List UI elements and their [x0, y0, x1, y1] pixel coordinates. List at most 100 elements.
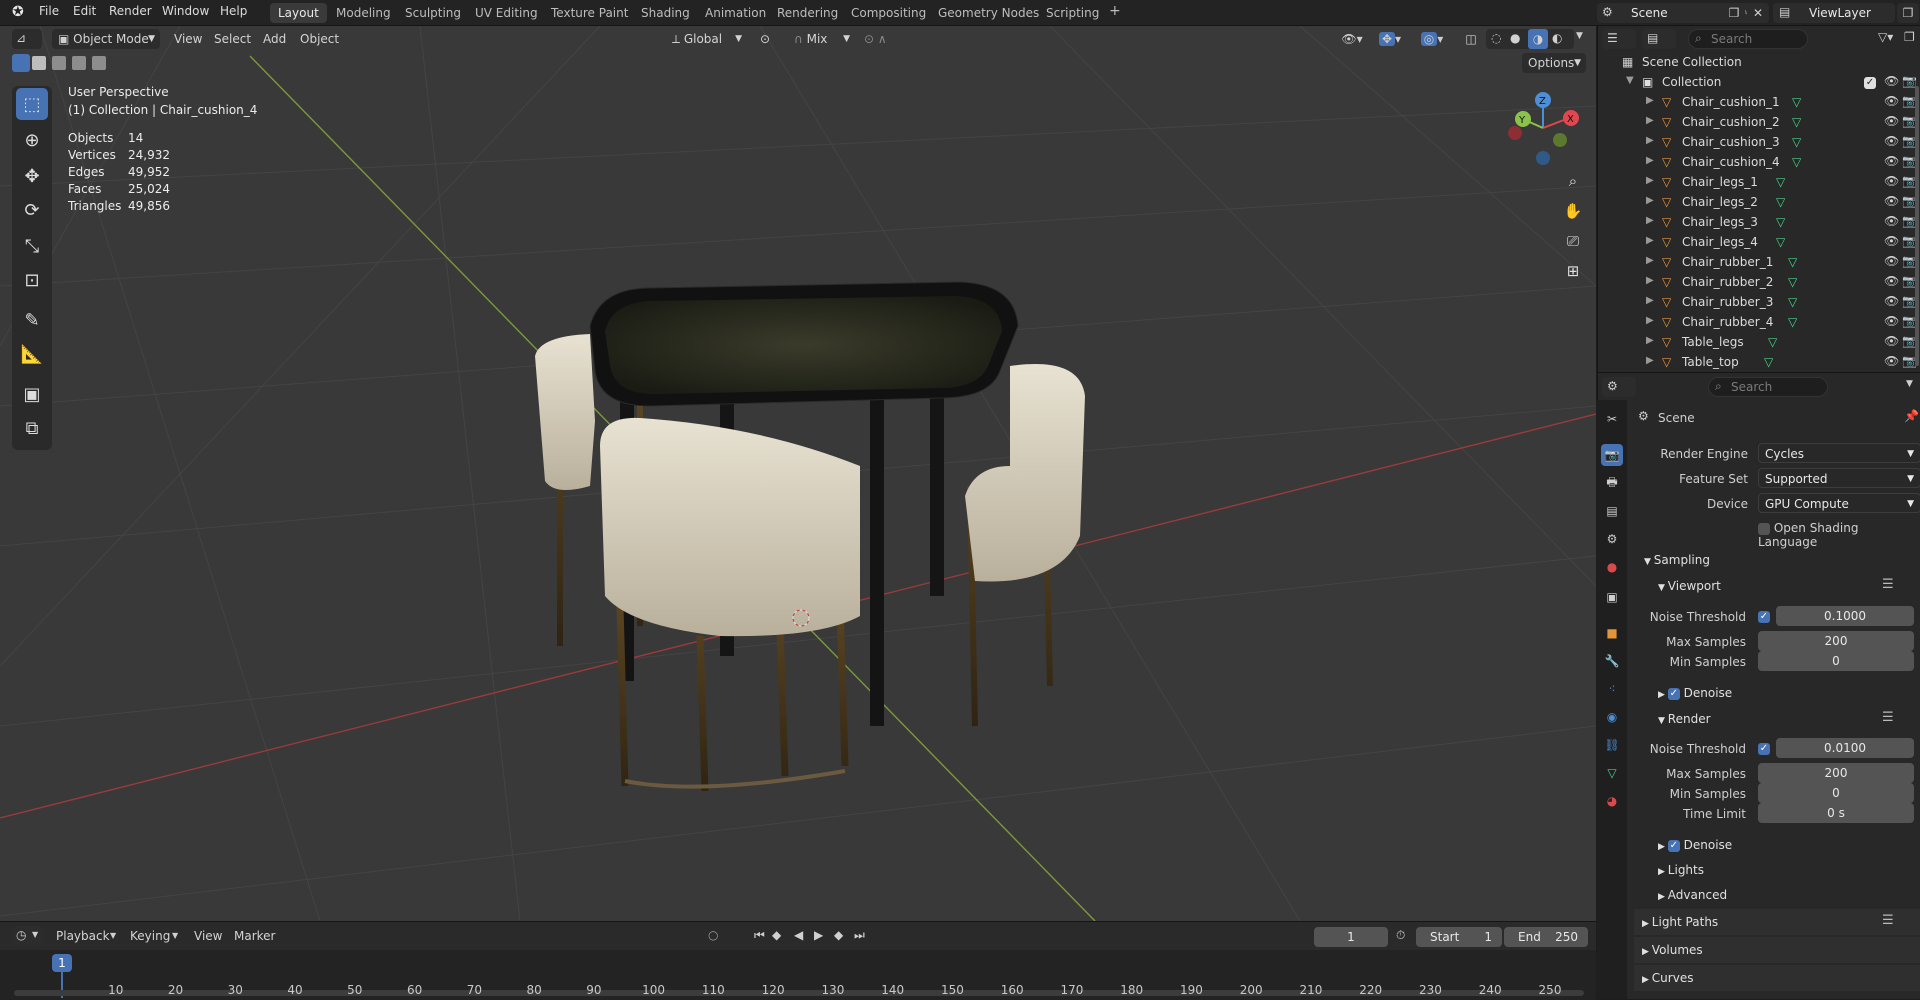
select-difference-icon[interactable]: [72, 56, 86, 70]
xray-toggle-icon[interactable]: ◫: [1460, 29, 1482, 49]
filter-icon[interactable]: ▽▾: [1878, 30, 1893, 44]
scene-tab-icon[interactable]: ⚙: [1601, 528, 1623, 550]
chevron-right-icon[interactable]: ▶: [1646, 295, 1654, 306]
mesh-data-icon[interactable]: ▽: [1776, 195, 1785, 209]
start-frame-field[interactable]: Start 1: [1416, 927, 1502, 947]
annotate-icon[interactable]: ✎: [16, 304, 48, 336]
pivot-point-dropdown[interactable]: ⊙: [754, 29, 788, 49]
tab-sculpting[interactable]: Sculpting: [397, 3, 469, 23]
tab-rendering[interactable]: Rendering: [769, 3, 846, 23]
timeline-scrollbar[interactable]: [14, 990, 1584, 996]
render-min-samples-field[interactable]: 0: [1758, 783, 1914, 803]
move-icon[interactable]: ✥: [16, 160, 48, 192]
view-layer-selector[interactable]: ▤ ViewLayer: [1773, 3, 1895, 23]
cursor-icon[interactable]: ⊕: [16, 124, 48, 156]
timeline-editor-type[interactable]: ◷ ▼: [12, 926, 44, 946]
next-keyframe-icon[interactable]: ◆: [834, 928, 843, 942]
chevron-right-icon[interactable]: ▶: [1646, 355, 1654, 366]
mesh-data-icon[interactable]: ▽: [1788, 255, 1797, 269]
menu-help[interactable]: Help: [220, 4, 247, 18]
tab-compositing[interactable]: Compositing: [843, 3, 934, 23]
eye-icon[interactable]: 👁: [1884, 234, 1899, 248]
data-tab-icon[interactable]: ▽: [1601, 762, 1623, 784]
modifier-tab-icon[interactable]: 🔧: [1601, 650, 1623, 672]
display-mode-dropdown[interactable]: ▤: [1642, 29, 1676, 49]
jump-end-icon[interactable]: ⏭: [854, 928, 865, 943]
extrude-icon[interactable]: ⧉: [16, 412, 48, 444]
snap-dropdown[interactable]: ∩ Mix ▼: [788, 29, 854, 49]
eye-icon[interactable]: 👁: [1884, 294, 1899, 308]
gizmo-toggle-icon[interactable]: ✥ ▾: [1372, 29, 1408, 49]
viewport-menu-add[interactable]: Add: [257, 29, 292, 49]
jump-start-icon[interactable]: ⏮: [754, 928, 765, 943]
eye-icon[interactable]: 👁: [1884, 254, 1899, 268]
mesh-data-icon[interactable]: ▽: [1792, 155, 1801, 169]
chevron-right-icon[interactable]: ▶: [1646, 155, 1654, 166]
mesh-data-icon[interactable]: ▽: [1788, 275, 1797, 289]
render-engine-dropdown[interactable]: Cycles ▼: [1758, 443, 1920, 463]
properties-editor[interactable]: ⚙ ⌕ Search ▼ ⚙ Scene 📌 Render Engine Cyc…: [1597, 372, 1920, 999]
presets-list-icon[interactable]: ☰: [1882, 710, 1894, 725]
render-denoise-header[interactable]: ▶ ✓ Denoise: [1658, 838, 1732, 852]
world-tab-icon[interactable]: ●: [1601, 556, 1623, 578]
add-cube-icon[interactable]: ▣: [16, 378, 48, 410]
lights-subpanel-header[interactable]: ▶ Lights: [1658, 863, 1704, 877]
chevron-right-icon[interactable]: ▶: [1646, 195, 1654, 206]
navigation-gizmo[interactable]: Z X Y: [1503, 88, 1583, 168]
solid-shading-icon[interactable]: ●: [1510, 31, 1520, 45]
collection-include-checkbox[interactable]: ✓: [1864, 75, 1876, 89]
outliner-item[interactable]: ▶ ▽ Chair_rubber_4 ▽ 👁 📷: [1598, 312, 1920, 332]
zoom-icon[interactable]: ⌕: [1560, 168, 1586, 194]
mesh-data-icon[interactable]: ▽: [1788, 295, 1797, 309]
viewport-denoise-header[interactable]: ▶ ✓ Denoise: [1658, 686, 1732, 700]
timeline-menu-marker[interactable]: Marker: [228, 926, 281, 946]
timeline-menu-playback[interactable]: Playback: [50, 926, 116, 946]
tab-modeling[interactable]: Modeling: [328, 3, 399, 23]
volumes-panel[interactable]: ▶ Volumes: [1634, 937, 1920, 963]
select-intersect-icon[interactable]: [92, 56, 106, 70]
options-dropdown[interactable]: Options ▼: [1522, 53, 1586, 73]
chevron-down-icon[interactable]: ▼: [1906, 379, 1913, 389]
outliner-item[interactable]: ▶ ▽ Chair_rubber_3 ▽ 👁 📷: [1598, 292, 1920, 312]
eye-icon[interactable]: 👁: [1884, 274, 1899, 288]
mesh-data-icon[interactable]: ▽: [1792, 95, 1801, 109]
view-layer-tab-icon[interactable]: ▤: [1601, 500, 1623, 522]
chevron-right-icon[interactable]: ▶: [1646, 115, 1654, 126]
viewport-min-samples-field[interactable]: 0: [1758, 651, 1914, 671]
chevron-right-icon[interactable]: ▶: [1646, 255, 1654, 266]
chevron-right-icon[interactable]: ▶: [1646, 95, 1654, 106]
tab-uv-editing[interactable]: UV Editing: [467, 3, 546, 23]
render-noise-checkbox[interactable]: ✓: [1758, 741, 1770, 755]
menu-render[interactable]: Render: [109, 4, 152, 18]
outliner[interactable]: ☰ ▤ ⌕ Search ▽▾ ❐ ▦ Scene Collection ▼ ▣…: [1597, 26, 1920, 372]
eye-icon[interactable]: 👁: [1884, 134, 1899, 148]
chevron-right-icon[interactable]: ▶: [1646, 175, 1654, 186]
select-new-icon[interactable]: [12, 54, 30, 72]
prev-keyframe-icon[interactable]: ◆: [772, 928, 781, 942]
tab-geometry-nodes[interactable]: Geometry Nodes: [930, 3, 1047, 23]
auto-keying-icon[interactable]: ○: [708, 928, 718, 942]
scale-icon[interactable]: ⤡: [16, 230, 48, 262]
mesh-data-icon[interactable]: ▽: [1788, 315, 1797, 329]
collection-row[interactable]: ▼ ▣ Collection ✓ 👁 📷: [1598, 72, 1920, 92]
properties-search-input[interactable]: ⌕ Search: [1708, 377, 1828, 397]
eye-icon[interactable]: 👁: [1884, 154, 1899, 168]
timeline-menu-view[interactable]: View: [188, 926, 228, 946]
mesh-data-icon[interactable]: ▽: [1792, 115, 1801, 129]
outliner-item[interactable]: ▶ ▽ Chair_cushion_2 ▽ 👁 📷: [1598, 112, 1920, 132]
render-tab-icon[interactable]: 📷: [1601, 444, 1623, 466]
wireframe-shading-icon[interactable]: ◌: [1491, 31, 1501, 45]
outliner-item[interactable]: ▶ ▽ Chair_rubber_1 ▽ 👁 📷: [1598, 252, 1920, 272]
tab-animation[interactable]: Animation: [697, 3, 774, 23]
outliner-item[interactable]: ▶ ▽ Chair_legs_4 ▽ 👁 📷: [1598, 232, 1920, 252]
timeline-menu-keying[interactable]: Keying: [124, 926, 176, 946]
viewport-menu-view[interactable]: View: [168, 29, 208, 49]
render-subpanel-header[interactable]: ▼ Render: [1658, 712, 1711, 726]
outliner-item[interactable]: ▶ ▽ Chair_cushion_4 ▽ 👁 📷: [1598, 152, 1920, 172]
feature-set-dropdown[interactable]: Supported ▼: [1758, 468, 1920, 488]
eye-icon[interactable]: 👁: [1884, 74, 1899, 88]
volumes-header[interactable]: ▶ Volumes: [1642, 943, 1703, 957]
physics-tab-icon[interactable]: ◉: [1601, 706, 1623, 728]
viewport-subpanel-header[interactable]: ▼ Viewport: [1658, 579, 1721, 593]
pin-icon[interactable]: 📌: [1904, 409, 1919, 423]
